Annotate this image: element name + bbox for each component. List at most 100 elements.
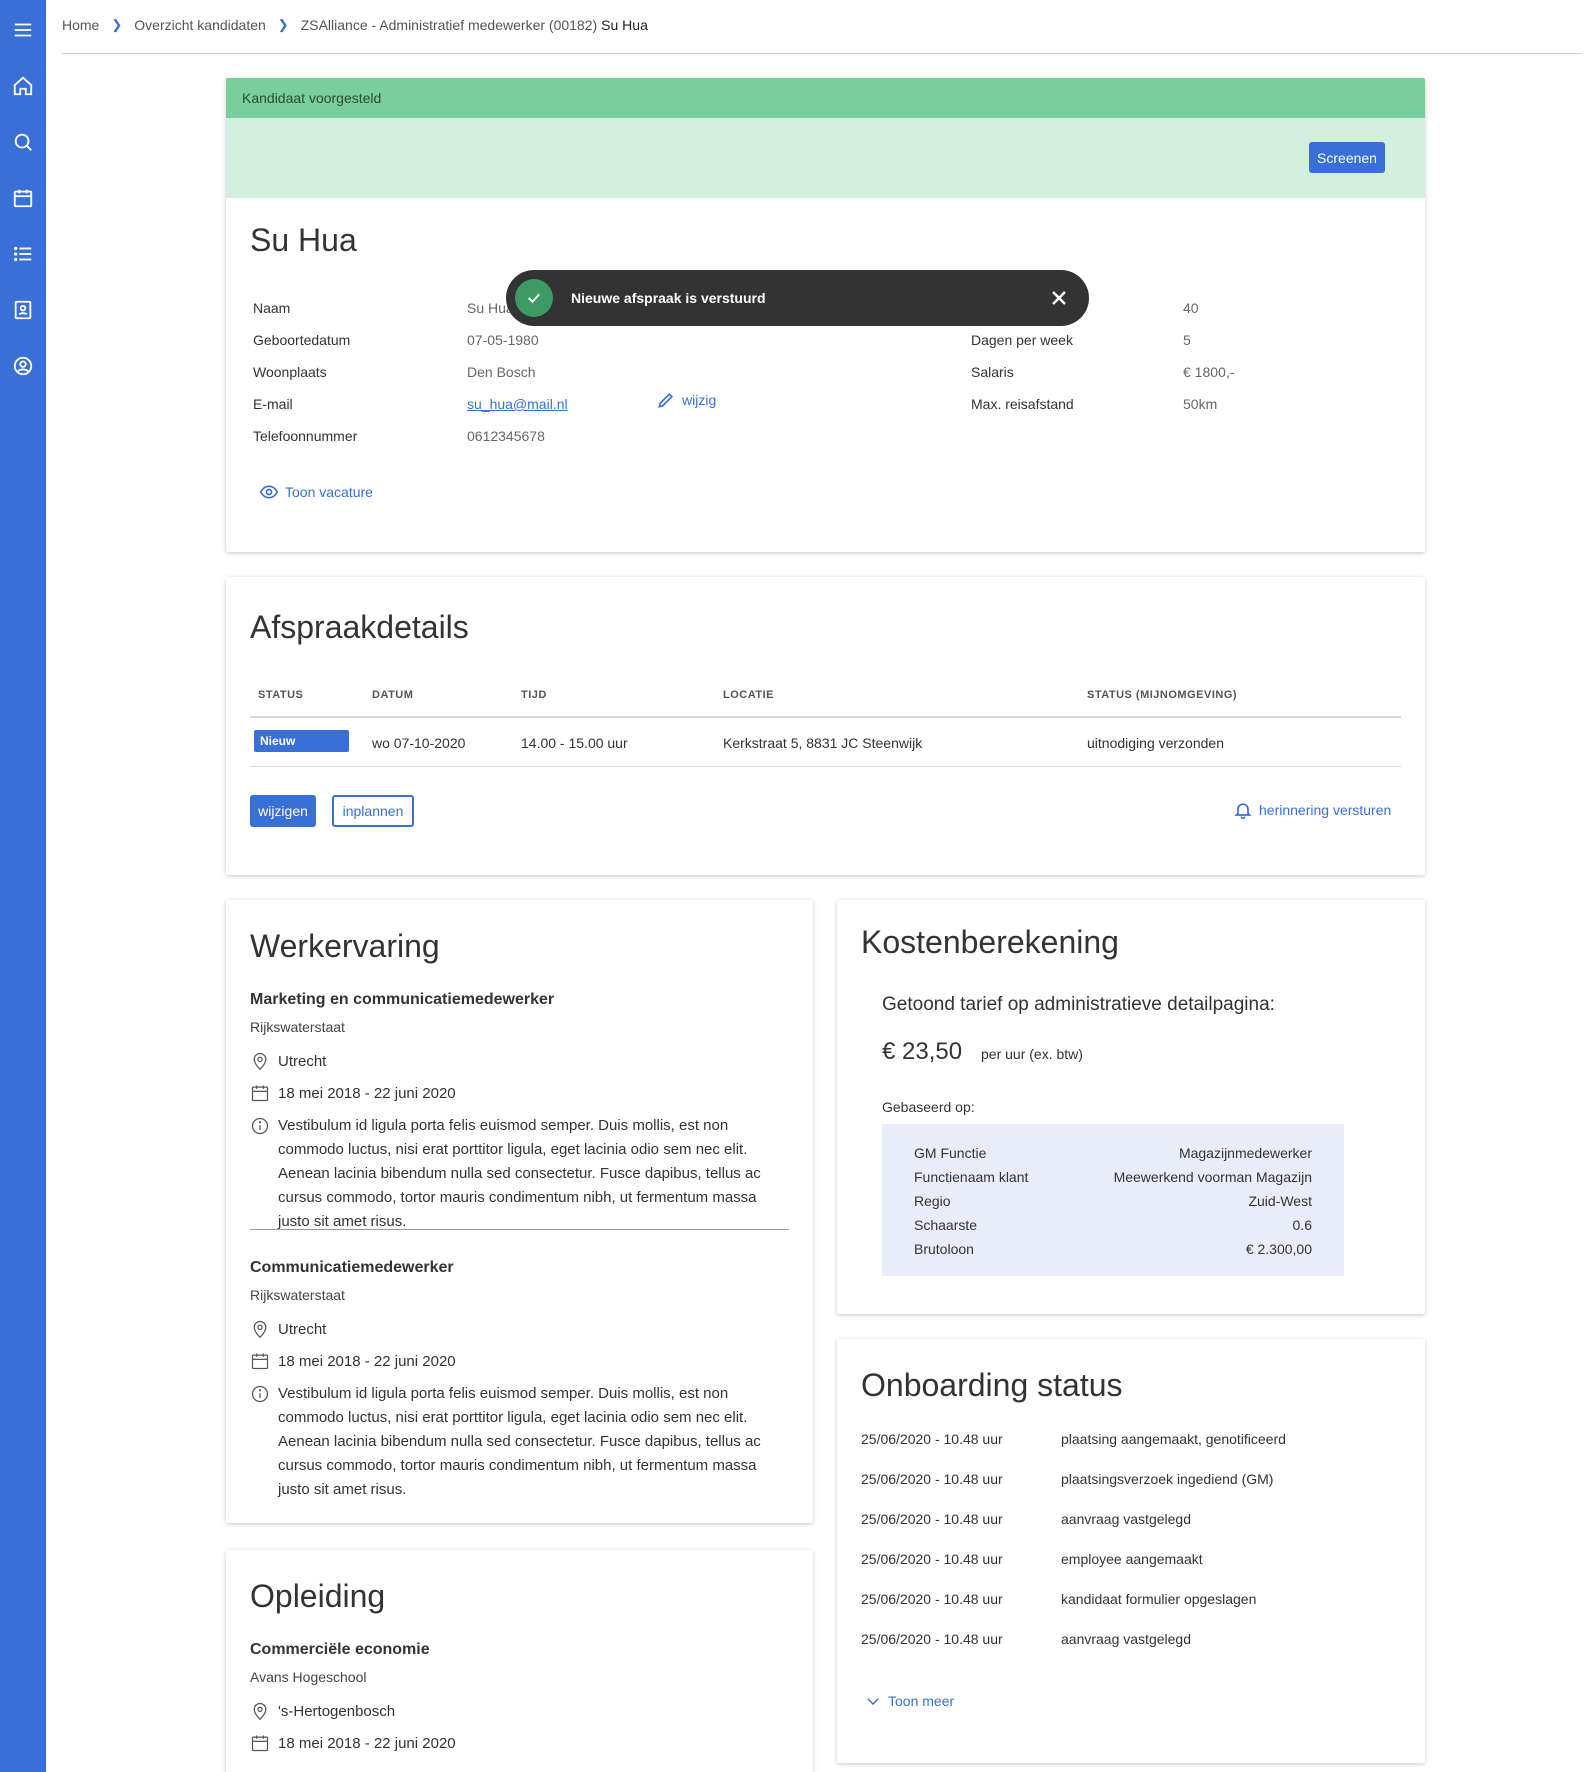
chevron-right-icon: ❯ <box>277 17 289 32</box>
onboarding-event: aanvraag vastgelegd <box>1061 1631 1191 1647</box>
cost-row-label: Functienaam klant <box>914 1169 1029 1185</box>
status-badge: Nieuw <box>254 730 349 752</box>
experience-card: Werkervaring Marketing en communicatieme… <box>226 900 813 1523</box>
toast-notification: Nieuwe afspraak is verstuurd <box>506 270 1089 326</box>
location-pin-icon <box>253 1702 267 1721</box>
job-title: Communicatiemedewerker <box>250 1259 454 1276</box>
menu-icon[interactable] <box>0 2 46 58</box>
appointment-card: Afspraakdetails STATUS DATUM TIJD LOCATI… <box>226 577 1425 875</box>
onboarding-event: kandidaat formulier opgeslagen <box>1061 1591 1257 1607</box>
list-icon[interactable] <box>0 226 46 282</box>
detail-label: Woonplaats <box>253 364 327 380</box>
pencil-icon <box>658 392 674 408</box>
job-description: Vestibulum id ligula porta felis euismod… <box>251 1114 778 1234</box>
show-vacancy-label: Toon vacature <box>285 484 373 500</box>
home-icon[interactable] <box>0 58 46 114</box>
job-location: Utrecht <box>250 1319 326 1339</box>
calendar-icon <box>251 1353 269 1370</box>
calendar-icon <box>251 1085 269 1102</box>
check-icon <box>515 279 553 317</box>
detail-value: 07-05-1980 <box>467 332 539 348</box>
breadcrumb-vacancy[interactable]: ZSAlliance - Administratief medewerker (… <box>301 17 597 33</box>
cost-subtitle: Getoond tarief op administratieve detail… <box>882 994 1275 1015</box>
reminder-link[interactable]: herinnering versturen <box>1233 800 1391 820</box>
education-location: 's-Hertogenbosch <box>250 1701 395 1721</box>
detail-label: Max. reisafstand <box>971 396 1074 412</box>
calendar-icon[interactable] <box>0 170 46 226</box>
job-period-text: 18 mei 2018 - 22 juni 2020 <box>278 1352 456 1370</box>
screen-button[interactable]: Screenen <box>1309 142 1385 173</box>
edit-link[interactable]: wijzig <box>656 390 716 410</box>
detail-label: Telefoonnummer <box>253 428 358 444</box>
breadcrumb-home[interactable]: Home <box>62 17 99 33</box>
detail-value: 40 <box>1183 300 1199 316</box>
job-place: Utrecht <box>278 1320 327 1338</box>
cost-row: GM Functie Magazijnmedewerker <box>914 1145 1312 1169</box>
table-header-divider <box>250 716 1401 718</box>
email-link[interactable]: su_hua@mail.nl <box>467 396 568 412</box>
breadcrumb-divider <box>62 53 1581 54</box>
eye-icon <box>259 485 279 499</box>
table-cell-date: wo 07-10-2020 <box>372 735 466 751</box>
side-rail <box>0 0 46 1772</box>
job-description-text: Vestibulum id ligula porta felis euismod… <box>278 1117 761 1230</box>
search-icon[interactable] <box>0 114 46 170</box>
detail-label: Geboortedatum <box>253 332 351 348</box>
detail-label: E-mail <box>253 396 293 412</box>
cost-price: € 23,50 <box>882 1038 963 1065</box>
job-description: Vestibulum id ligula porta felis euismod… <box>251 1382 778 1502</box>
cost-breakdown: GM Functie Magazijnmedewerker Functienaa… <box>882 1124 1344 1276</box>
breadcrumb-overview[interactable]: Overzicht kandidaten <box>134 17 266 33</box>
location-pin-icon <box>253 1320 267 1339</box>
detail-value: € 1800,- <box>1183 364 1235 380</box>
schedule-button[interactable]: inplannen <box>332 795 414 827</box>
education-card: Opleiding Commerciële economie Avans Hog… <box>226 1550 813 1772</box>
cost-row-value: 0.6 <box>1292 1217 1312 1233</box>
education-title-item: Commerciële economie <box>250 1641 430 1658</box>
column-header: DATUM <box>372 689 414 701</box>
education-title: Opleiding <box>250 1578 386 1614</box>
edit-appointment-button[interactable]: wijzigen <box>250 795 316 827</box>
cost-row-value: Meewerkend voorman Magazijn <box>1113 1169 1312 1185</box>
info-icon <box>251 1117 269 1135</box>
onboarding-time: 25/06/2020 - 10.48 uur <box>861 1471 1003 1487</box>
job-period-text: 18 mei 2018 - 22 juni 2020 <box>278 1084 456 1102</box>
onboarding-time: 25/06/2020 - 10.48 uur <box>861 1591 1003 1607</box>
table-cell-time: 14.00 - 15.00 uur <box>521 735 628 751</box>
detail-value: 50km <box>1183 396 1218 412</box>
status-header: Kandidaat voorgesteld <box>226 78 1425 118</box>
table-row-divider <box>250 766 1401 767</box>
onboarding-title: Onboarding status <box>861 1367 1123 1403</box>
cost-row-label: Schaarste <box>914 1217 978 1233</box>
education-period: 18 mei 2018 - 22 juni 2020 <box>250 1733 456 1753</box>
user-circle-icon[interactable] <box>0 338 46 394</box>
cost-row: Regio Zuid-West <box>914 1193 1312 1217</box>
breadcrumb: Home ❯ Overzicht kandidaten ❯ ZSAlliance… <box>62 17 648 33</box>
job-period: 18 mei 2018 - 22 juni 2020 <box>250 1083 456 1103</box>
toast-message: Nieuwe afspraak is verstuurd <box>571 290 766 306</box>
cost-row-value: Zuid-West <box>1248 1193 1312 1209</box>
cost-row-label: Regio <box>914 1193 951 1209</box>
contact-card-icon[interactable] <box>0 282 46 338</box>
show-more-link[interactable]: Toon meer <box>864 1692 954 1710</box>
cost-row: Brutoloon € 2.300,00 <box>914 1241 1312 1265</box>
job-divider <box>250 1229 789 1230</box>
job-period: 18 mei 2018 - 22 juni 2020 <box>250 1351 456 1371</box>
location-pin-icon <box>253 1052 267 1071</box>
bell-icon <box>1234 803 1252 820</box>
job-location: Utrecht <box>250 1051 326 1071</box>
onboarding-time: 25/06/2020 - 10.48 uur <box>861 1551 1003 1567</box>
onboarding-event: employee aangemaakt <box>1061 1551 1203 1567</box>
detail-label: Dagen per week <box>971 332 1073 348</box>
appointment-title: Afspraakdetails <box>250 609 469 645</box>
job-organization: Rijkswaterstaat <box>250 1287 345 1303</box>
table-cell-env-status: uitnodiging verzonden <box>1087 735 1224 751</box>
cost-title: Kostenberekening <box>861 924 1119 960</box>
close-icon[interactable] <box>1047 286 1071 310</box>
reminder-label: herinnering versturen <box>1259 802 1392 818</box>
show-vacancy-link[interactable]: Toon vacature <box>259 482 373 502</box>
job-place: Utrecht <box>278 1052 327 1070</box>
education-period-text: 18 mei 2018 - 22 juni 2020 <box>278 1734 456 1752</box>
onboarding-event: aanvraag vastgelegd <box>1061 1511 1191 1527</box>
job-description-text: Vestibulum id ligula porta felis euismod… <box>278 1385 761 1498</box>
